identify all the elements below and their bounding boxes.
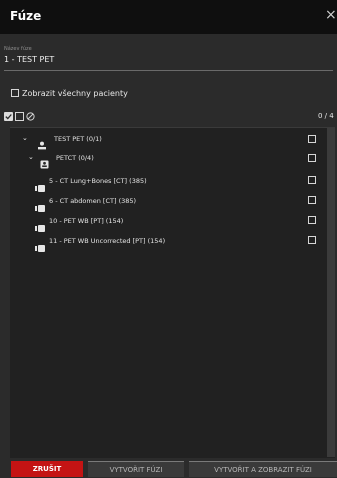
show-all-patients-checkbox[interactable] xyxy=(11,89,19,97)
series-icon xyxy=(35,197,45,212)
person-icon xyxy=(37,135,47,150)
tree-study-label: PETCT (0/4) xyxy=(56,154,94,162)
show-all-patients-label: Zobrazit všechny pacienty xyxy=(22,89,128,98)
selection-count: 0 / 4 xyxy=(318,112,334,120)
study-badge-icon xyxy=(40,154,49,169)
tree-series-label: 10 - PET WB [PT] (154) xyxy=(49,217,124,225)
dialog-titlebar: Fúze × xyxy=(0,0,337,34)
uncheck-all-icon[interactable] xyxy=(15,112,24,121)
tree-study-checkbox[interactable] xyxy=(308,154,316,162)
tree-series-checkbox[interactable] xyxy=(308,216,316,224)
tree-series-label: 6 - CT abdomen [CT] (385) xyxy=(49,197,137,205)
dialog-title: Fúze xyxy=(10,9,42,23)
series-icon xyxy=(35,237,45,252)
create-fusion-button[interactable]: VYTVOŘIT FÚZI xyxy=(88,461,184,477)
series-icon xyxy=(35,177,45,192)
tree-patient-label: TEST PET (0/1) xyxy=(54,135,102,143)
clear-icon[interactable] xyxy=(26,112,35,121)
tree-series-checkbox[interactable] xyxy=(308,196,316,204)
series-icon xyxy=(35,217,45,232)
cancel-button[interactable]: ZRUŠIT xyxy=(11,461,83,477)
tree-series-label: 5 - CT Lung+Bones [CT] (385) xyxy=(49,177,147,185)
create-and-show-fusion-button[interactable]: VYTVOŘIT A ZOBRAZIT FÚZI xyxy=(189,461,337,477)
tree-patient-checkbox[interactable] xyxy=(308,135,316,143)
tree-series-checkbox[interactable] xyxy=(308,236,316,244)
fusion-name-input[interactable]: 1 - TEST PET xyxy=(4,55,333,64)
tree-scrollbar[interactable] xyxy=(327,128,335,457)
fusion-name-label: Název fúze xyxy=(4,46,32,52)
fusion-name-underline xyxy=(4,70,333,71)
tree-series-checkbox[interactable] xyxy=(308,176,316,184)
chevron-down-icon[interactable]: ⌄ xyxy=(22,134,28,142)
chevron-down-icon[interactable]: ⌄ xyxy=(28,153,34,161)
tree-series-label: 11 - PET WB Uncorrected [PT] (154) xyxy=(49,237,166,245)
check-all-icon[interactable] xyxy=(4,112,13,121)
close-icon[interactable]: × xyxy=(325,7,337,23)
